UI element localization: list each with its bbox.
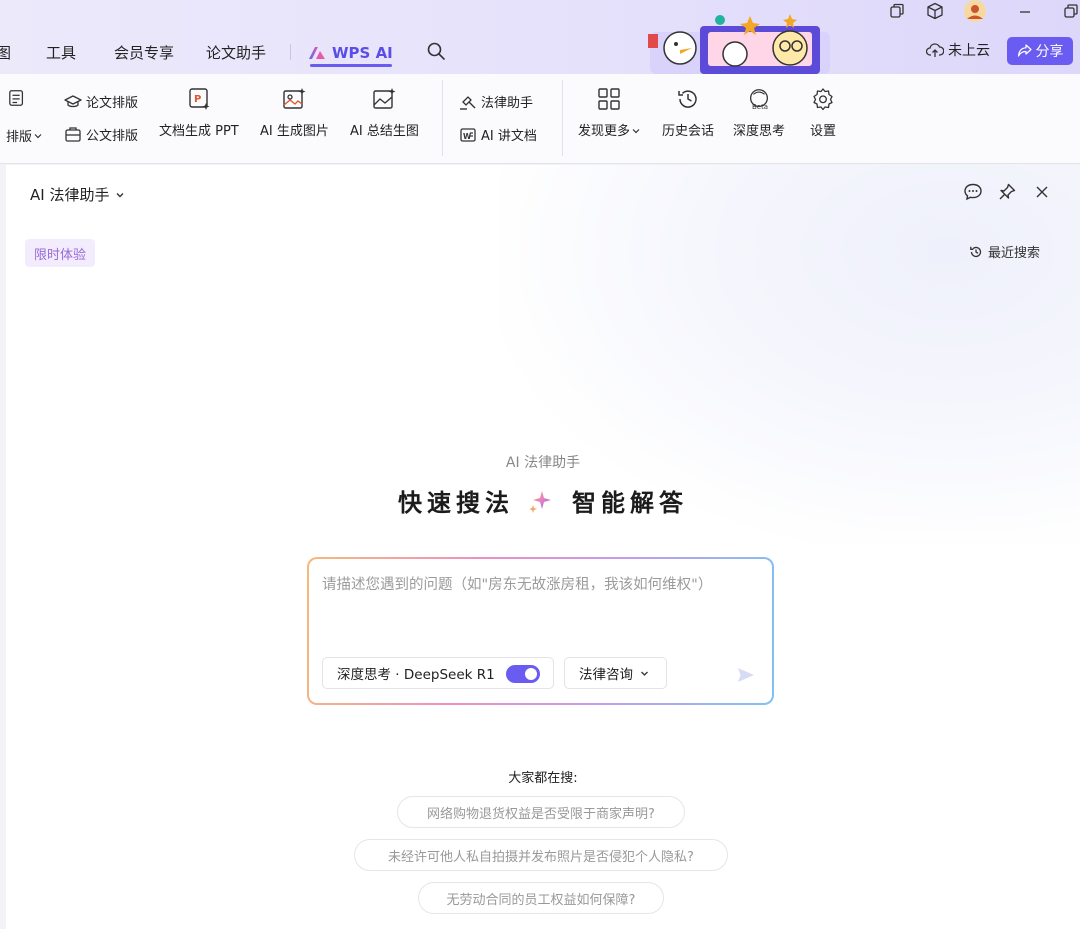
ai-generate-image-button[interactable]: AI 生成图片 (260, 86, 329, 139)
svg-text:P: P (194, 94, 201, 105)
discover-more-label: 发现更多 (578, 120, 640, 139)
gavel-icon (459, 93, 477, 111)
settings-button[interactable]: 设置 (810, 86, 836, 139)
ppt-icon: P (186, 86, 212, 112)
active-tab-indicator (310, 64, 392, 67)
official-layout-button[interactable]: 公文排版 (64, 125, 138, 144)
discover-more-button[interactable]: 发现更多 (578, 86, 640, 139)
ai-generate-image-label: AI 生成图片 (260, 124, 329, 139)
law-assistant-panel: AI 法律助手 限时体验 最近搜索 AI 法律助手 快速搜法 智能解答 请描述您… (6, 165, 1080, 929)
chat-icon[interactable] (962, 181, 984, 203)
ai-summary-image-label: AI 总结生图 (350, 124, 419, 139)
share-button[interactable]: 分享 (1007, 37, 1073, 65)
official-doc-icon (64, 126, 82, 144)
chevron-down-icon (641, 671, 648, 676)
avatar[interactable] (962, 0, 988, 22)
consult-type-label: 法律咨询 (579, 667, 633, 683)
deep-think-label: 深度思考 (733, 124, 786, 139)
share-label: 分享 (1035, 44, 1064, 60)
doc-to-ppt-button[interactable]: P 文档生成 PPT (159, 86, 239, 139)
ribbon-divider (442, 80, 443, 156)
consult-type-select[interactable]: 法律咨询 (564, 657, 667, 689)
tab-tools[interactable]: 工具 (46, 42, 76, 63)
svg-text:Beta: Beta (752, 103, 768, 111)
hero-title-right: 智能解答 (572, 489, 688, 517)
image-sparkle-icon (281, 86, 307, 112)
chevron-down-icon (34, 133, 42, 138)
deep-think-toggle[interactable] (506, 665, 540, 683)
deep-think-button[interactable]: Beta 深度思考 (733, 86, 785, 139)
history-icon (675, 86, 701, 112)
send-icon[interactable] (736, 665, 756, 685)
history-button[interactable]: 历史会话 (662, 86, 714, 139)
popular-searches-title: 大家都在搜: (508, 771, 578, 786)
minimize-icon[interactable] (1014, 0, 1036, 22)
ribbon-partial-label: 排版 (6, 130, 33, 145)
history-label: 历史会话 (662, 124, 715, 139)
popular-search-item[interactable]: 网络购物退货权益是否受限于商家声明? (397, 796, 685, 828)
cloud-status-button[interactable]: 未上云 (926, 40, 990, 60)
ai-explain-doc-button[interactable]: W AI 讲文档 (459, 125, 537, 144)
ribbon-partial-layout[interactable]: 排版 (6, 126, 42, 145)
deep-think-mode-label: 深度思考 · DeepSeek R1 (337, 667, 495, 683)
history-icon (970, 246, 982, 257)
pin-icon[interactable] (996, 181, 1018, 203)
popular-search-item[interactable]: 未经许可他人私自拍摄并发布照片是否侵犯个人隐私? (354, 839, 728, 871)
chevron-down-icon (116, 192, 124, 197)
hero-title-left: 快速搜法 (398, 489, 514, 517)
ai-explain-doc-label: AI 讲文档 (481, 129, 537, 144)
official-layout-label: 公文排版 (86, 129, 139, 144)
restore-window-icon[interactable] (886, 0, 908, 22)
tab-member[interactable]: 会员专享 (114, 42, 174, 63)
assistant-selector[interactable]: AI 法律助手 (30, 184, 125, 205)
cloud-status-label: 未上云 (948, 43, 990, 59)
wps-ai-logo-icon (309, 47, 325, 59)
law-assistant-label: 法律助手 (481, 96, 534, 111)
ai-summary-image-button[interactable]: AI 总结生图 (350, 86, 419, 139)
panel-title: AI 法律助手 (30, 186, 110, 204)
wps-ai-label: WPS AI (332, 44, 393, 62)
close-icon[interactable] (1031, 181, 1053, 203)
law-assistant-button[interactable]: 法律助手 (459, 92, 533, 111)
trial-badge: 限时体验 (25, 239, 96, 267)
graduation-cap-icon (64, 93, 82, 111)
hero-subtitle: AI 法律助手 (505, 455, 581, 471)
grid-icon (596, 86, 622, 112)
deep-think-icon: Beta (746, 86, 772, 112)
question-input[interactable]: 请描述您遇到的问题（如"房东无故涨房租，我该如何维权"） (322, 573, 752, 598)
question-input-box: 请描述您遇到的问题（如"房东无故涨房租，我该如何维权"） 深度思考 · Deep… (307, 557, 774, 705)
thesis-layout-button[interactable]: 论文排版 (64, 92, 138, 111)
chevron-down-icon (632, 129, 640, 134)
ribbon-partial-icon[interactable] (8, 89, 30, 107)
hero-title: 快速搜法 智能解答 (6, 483, 1080, 518)
cube-icon[interactable] (924, 0, 946, 22)
tab-partial[interactable]: 图 (0, 42, 11, 63)
title-bar: 图 工具 会员专享 论文助手 WPS AI 未上云 分享 (0, 0, 1080, 74)
thesis-layout-label: 论文排版 (86, 96, 139, 111)
maximize-icon[interactable] (1060, 0, 1080, 22)
recent-search-button[interactable]: 最近搜索 (969, 242, 1040, 261)
popular-search-item[interactable]: 无劳动合同的员工权益如何保障? (418, 882, 664, 914)
question-input-area[interactable]: 请描述您遇到的问题（如"房东无故涨房租，我该如何维权"） 深度思考 · Deep… (309, 559, 772, 703)
search-icon[interactable] (426, 41, 446, 61)
share-icon (1017, 44, 1032, 57)
ribbon-divider (562, 80, 563, 156)
summary-image-icon (371, 86, 397, 112)
deep-think-toggle-chip[interactable]: 深度思考 · DeepSeek R1 (322, 657, 554, 689)
document-list-icon (8, 89, 26, 107)
banner-illustration (648, 14, 830, 74)
explain-doc-icon: W (459, 126, 477, 144)
doc-to-ppt-label: 文档生成 PPT (159, 124, 239, 139)
recent-search-label: 最近搜索 (987, 246, 1040, 261)
sparkle-icon (529, 490, 551, 513)
settings-label: 设置 (810, 124, 837, 139)
tab-wps-ai[interactable]: WPS AI (308, 40, 393, 66)
tab-thesis[interactable]: 论文助手 (206, 42, 266, 63)
gear-icon (810, 86, 836, 112)
tab-divider (290, 44, 291, 60)
cloud-upload-icon (926, 43, 944, 57)
